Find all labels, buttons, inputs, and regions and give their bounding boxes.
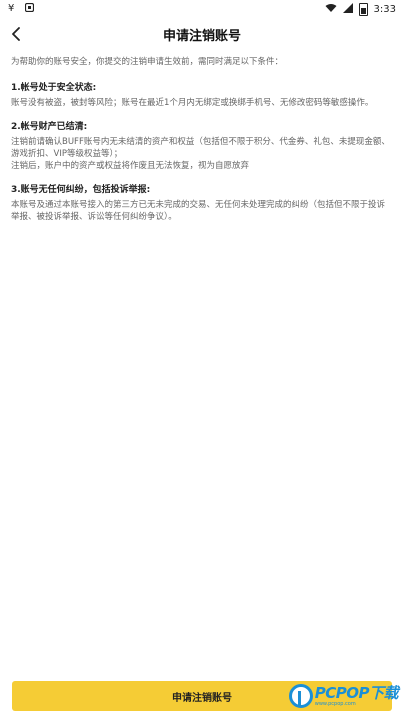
section-body: 本账号及通过本账号接入的第三方已无未完成的交易、无任何未处理完成的纠纷（包括但不… [11, 199, 393, 223]
condition-section-1: 1.帐号处于安全状态: 账号没有被盗，被封等风险；账号在最近1个月内无绑定或换绑… [11, 82, 393, 109]
back-button[interactable] [4, 20, 28, 48]
signal-icon [342, 2, 353, 16]
section-paragraph: 账号没有被盗，被封等风险；账号在最近1个月内无绑定或换绑手机号、无修改密码等敏感… [11, 98, 374, 108]
status-right: 3:33 [325, 2, 396, 16]
svg-text:¥: ¥ [8, 3, 14, 13]
status-left: ¥ [8, 2, 35, 16]
pcpop-logo-icon [288, 684, 313, 708]
section-body: 注销前请确认BUFF账号内无未结清的资产和权益（包括但不限于积分、代金券、礼包、… [11, 136, 393, 172]
intro-text: 为帮助你的账号安全，你提交的注销申请生效前，需同时满足以下条件： [11, 57, 284, 67]
section-title: 3.账号无任何纠纷，包括投诉举报: [11, 185, 151, 195]
watermark-logo: PCPOP下载 www.pcpop.com [288, 676, 399, 716]
status-bar: ¥ 3:33 [0, 0, 404, 18]
section-title: 1.帐号处于安全状态: [11, 83, 97, 93]
app-screen: ¥ 3:33 申请注销账号 为帮助你的账号安全，你提交的注销申请生效前，需同时满… [0, 0, 404, 720]
section-paragraph: 本账号及通过本账号接入的第三方已无未完成的交易、无任何未处理完成的纠纷（包括但不… [11, 200, 386, 222]
condition-section-3: 3.账号无任何纠纷，包括投诉举报: 本账号及通过本账号接入的第三方已无未完成的交… [11, 184, 393, 223]
wallet-icon: ¥ [8, 2, 19, 16]
watermark-text-wrap: PCPOP下载 www.pcpop.com [314, 683, 399, 707]
condition-section-2: 2.帐号财产已结清: 注销前请确认BUFF账号内无未结清的资产和权益（包括但不限… [11, 121, 393, 172]
app-header: 申请注销账号 [0, 20, 404, 48]
wifi-icon [325, 3, 337, 16]
section-body: 账号没有被盗，被封等风险；账号在最近1个月内无绑定或换绑手机号、无修改密码等敏感… [11, 97, 393, 109]
watermark-brand: PCPOP下载 [314, 683, 399, 702]
page-title: 申请注销账号 [162, 28, 241, 44]
watermark-brand-cn: 下载 [368, 683, 399, 702]
battery-icon [358, 2, 368, 16]
conditions-content: 为帮助你的账号安全，你提交的注销申请生效前，需同时满足以下条件： 1.帐号处于安… [11, 56, 393, 235]
chevron-left-icon [12, 27, 20, 41]
status-time: 3:33 [373, 3, 396, 15]
watermark-brand-en: PCPOP [314, 683, 370, 702]
section-paragraph: 注销后，账户中的资产或权益将作废且无法恢复，视为自愿放弃 [11, 161, 250, 171]
watermark-sub: www.pcpop.com [314, 700, 356, 707]
apply-button-label: 申请注销账号 [172, 692, 232, 704]
square-app-icon [24, 2, 35, 15]
section-paragraph: 注销前请确认BUFF账号内无未结清的资产和权益（包括但不限于积分、代金券、礼包、… [11, 137, 390, 159]
section-title: 2.帐号财产已结清: [11, 122, 88, 132]
